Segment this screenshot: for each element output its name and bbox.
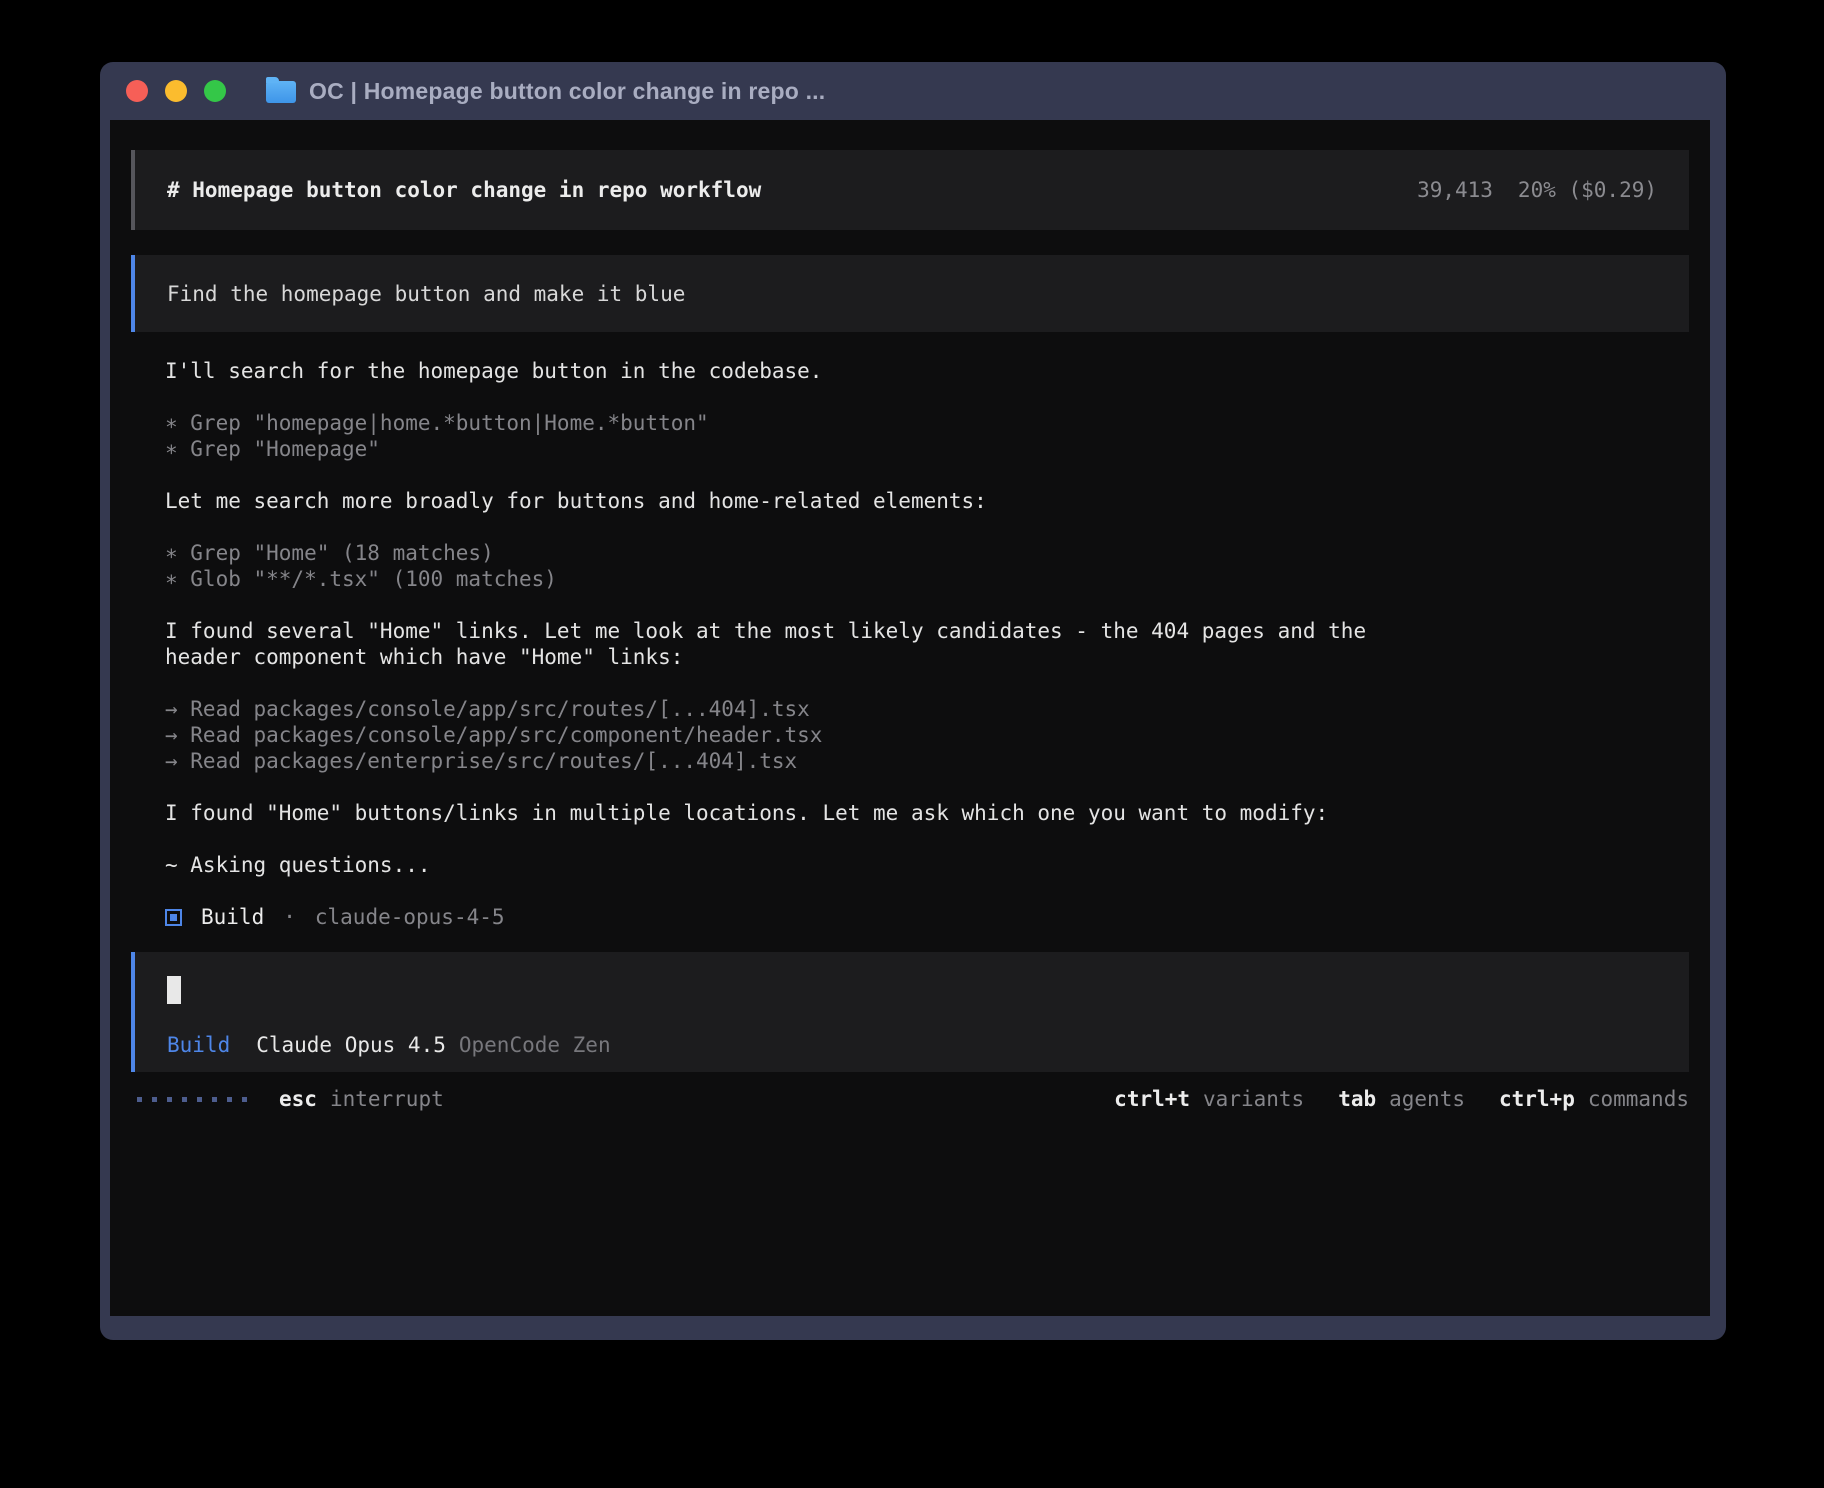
session-title: # Homepage button color change in repo w… <box>167 177 761 203</box>
hint-label: commands <box>1588 1086 1689 1112</box>
keyboard-hint: tab agents <box>1338 1086 1465 1112</box>
model-name: claude-opus-4-5 <box>315 904 505 930</box>
input-footer: Build Claude Opus 4.5 OpenCode Zen <box>167 1032 1657 1058</box>
spinner-dot <box>212 1097 217 1102</box>
left-hints: esc interrupt <box>279 1086 444 1112</box>
hint-label: variants <box>1203 1086 1304 1112</box>
status-bar-right: ctrl+t variants tab agents ctrl+p commands <box>1114 1086 1689 1112</box>
spinner-dot <box>182 1097 187 1102</box>
hint-key: ctrl+t <box>1114 1086 1190 1112</box>
window-title-group: OC | Homepage button color change in rep… <box>266 78 825 105</box>
session-stats: 39,413 20% ($0.29) <box>1417 177 1657 203</box>
chat-line: → Read packages/console/app/src/routes/[… <box>165 696 1689 722</box>
keyboard-hint: esc interrupt <box>279 1086 444 1112</box>
spinner-dot <box>197 1097 202 1102</box>
spinner-dot <box>167 1097 172 1102</box>
chat-line: ∗ Grep "homepage|home.*button|Home.*butt… <box>165 410 1689 436</box>
agent-status-line: Build · claude-opus-4-5 <box>131 904 1689 930</box>
chat-line <box>165 462 1689 488</box>
chat-line <box>165 514 1689 540</box>
hint-label: interrupt <box>330 1086 444 1112</box>
context-cost: 20% ($0.29) <box>1518 177 1657 203</box>
status-bar-left: esc interrupt <box>131 1086 444 1112</box>
hint-key: esc <box>279 1086 317 1112</box>
token-count: 39,413 <box>1417 177 1493 203</box>
agent-name: Build <box>201 904 264 930</box>
keyboard-hint: ctrl+p commands <box>1499 1086 1689 1112</box>
spinner-dot <box>137 1097 142 1102</box>
build-agent-icon <box>165 909 182 926</box>
spinner-dots-icon <box>137 1097 247 1102</box>
text-cursor <box>167 976 181 1004</box>
zoom-button[interactable] <box>204 80 226 102</box>
chat-line <box>165 592 1689 618</box>
user-message: Find the homepage button and make it blu… <box>131 255 1689 332</box>
chat-line: I found several "Home" links. Let me loo… <box>165 618 1689 644</box>
terminal-content: # Homepage button color change in repo w… <box>110 120 1710 1316</box>
input-provider-label: OpenCode Zen <box>459 1032 611 1058</box>
chat-line <box>165 826 1689 852</box>
user-message-text: Find the homepage button and make it blu… <box>167 281 685 307</box>
session-header: # Homepage button color change in repo w… <box>131 150 1689 230</box>
spinner-dot <box>227 1097 232 1102</box>
chat-line: I found "Home" buttons/links in multiple… <box>165 800 1689 826</box>
chat-line <box>165 670 1689 696</box>
hint-label: agents <box>1389 1086 1465 1112</box>
status-bar: escinterrupt ctrl+tvariantstabagentsctrl… <box>131 1086 1689 1112</box>
window-title: OC | Homepage button color change in rep… <box>309 78 825 105</box>
folder-icon <box>266 81 296 103</box>
input-model-group: Claude Opus 4.5 OpenCode Zen <box>256 1032 610 1058</box>
prompt-input[interactable]: Build Claude Opus 4.5 OpenCode Zen <box>131 952 1689 1072</box>
chat-line: ∗ Glob "**/*.tsx" (100 matches) <box>165 566 1689 592</box>
chat-line: header component which have "Home" links… <box>165 644 1689 670</box>
chat-line <box>165 878 1689 904</box>
chat-lines: I'll search for the homepage button in t… <box>131 358 1689 904</box>
chat-line: → Read packages/enterprise/src/routes/[.… <box>165 748 1689 774</box>
separator-dot: · <box>283 904 296 930</box>
input-model-label: Claude Opus 4.5 <box>256 1032 446 1058</box>
hint-key: ctrl+p <box>1499 1086 1575 1112</box>
chat-line: I'll search for the homepage button in t… <box>165 358 1689 384</box>
chat-line: Let me search more broadly for buttons a… <box>165 488 1689 514</box>
terminal-window: OC | Homepage button color change in rep… <box>100 62 1726 1340</box>
chat-line: ∗ Grep "Home" (18 matches) <box>165 540 1689 566</box>
chat-line: ~ Asking questions... <box>165 852 1689 878</box>
hint-key: tab <box>1338 1086 1376 1112</box>
keyboard-hint: ctrl+t variants <box>1114 1086 1304 1112</box>
traffic-lights <box>126 80 226 102</box>
chat-line <box>165 384 1689 410</box>
right-hints: ctrl+t variants tab agents ctrl+p commands <box>1114 1086 1689 1112</box>
chat-line <box>165 774 1689 800</box>
minimize-button[interactable] <box>165 80 187 102</box>
title-bar: OC | Homepage button color change in rep… <box>100 62 1726 120</box>
spinner-dot <box>242 1097 247 1102</box>
close-button[interactable] <box>126 80 148 102</box>
spinner-dot <box>152 1097 157 1102</box>
chat-line: ∗ Grep "Homepage" <box>165 436 1689 462</box>
chat-line: → Read packages/console/app/src/componen… <box>165 722 1689 748</box>
input-agent-label[interactable]: Build <box>167 1032 230 1058</box>
